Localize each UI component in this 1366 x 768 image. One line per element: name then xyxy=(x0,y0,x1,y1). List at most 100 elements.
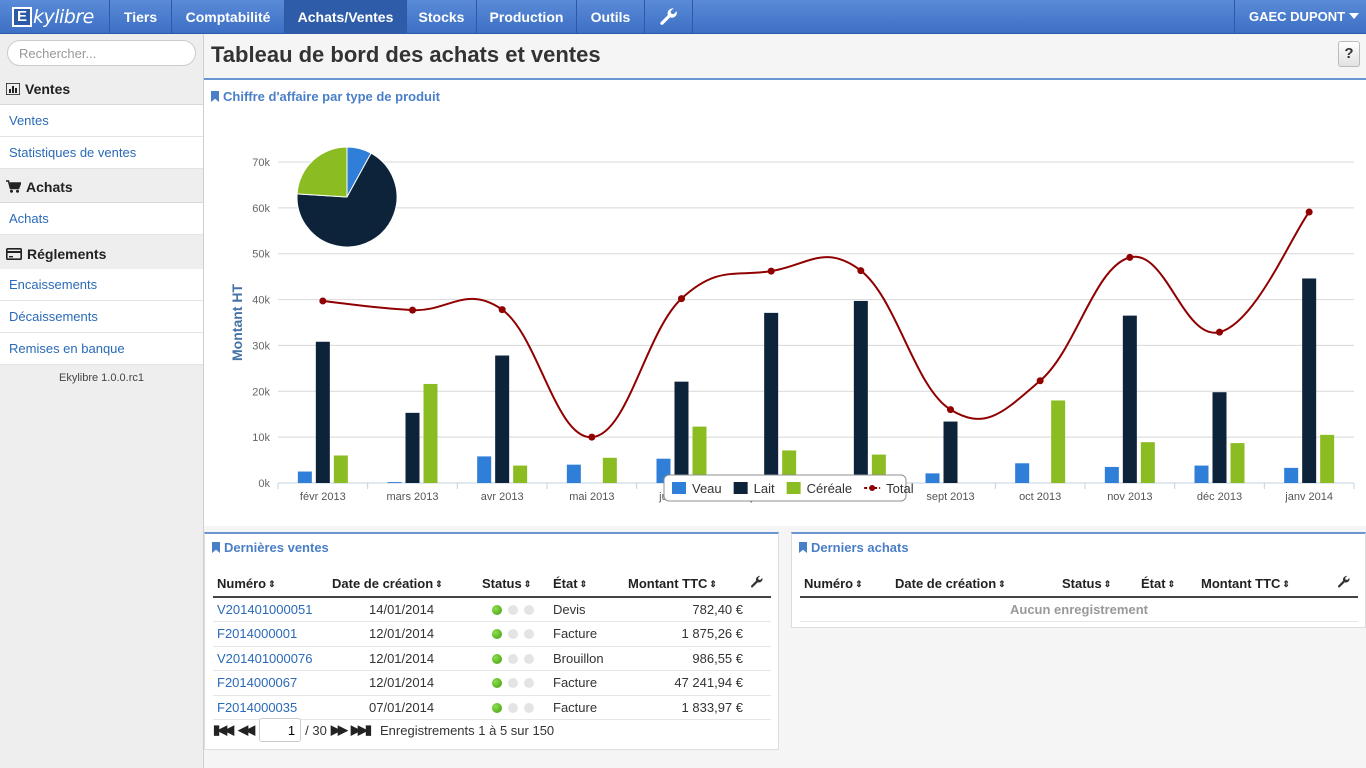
sidebar-item-encaissements[interactable]: Encaissements xyxy=(0,269,203,301)
sale-number-link[interactable]: F2014000035 xyxy=(217,700,297,715)
col-label: État xyxy=(1141,576,1166,591)
col-numero[interactable]: Numéro ⇕ xyxy=(213,571,332,598)
x-tick-label: janv 2014 xyxy=(1284,491,1333,503)
nav-stocks[interactable]: Stocks xyxy=(407,0,477,34)
col-date[interactable]: Date de création ⇕ xyxy=(895,571,1062,598)
legend-swatch-veau xyxy=(672,482,686,494)
bar-veau xyxy=(477,456,492,483)
main-content: Tableau de bord des achats et ventes ? C… xyxy=(204,34,1366,768)
status-green-icon xyxy=(492,653,502,664)
caret-down-icon xyxy=(1349,13,1360,19)
sidebar-item-remises-banque[interactable]: Remises en banque xyxy=(0,333,203,365)
status-lights xyxy=(482,670,553,696)
nav-production[interactable]: Production xyxy=(477,0,577,34)
table-row[interactable]: F2014000001 12/01/2014 Facture 1 875,26 € xyxy=(213,621,771,647)
total-line xyxy=(322,211,1310,439)
col-numero[interactable]: Numéro ⇕ xyxy=(800,571,895,598)
col-date[interactable]: Date de création ⇕ xyxy=(332,571,482,598)
sidebar-item-statistiques-ventes[interactable]: Statistiques de ventes xyxy=(0,137,203,169)
sale-amount: 1 875,26 € xyxy=(628,621,743,647)
status-green-icon xyxy=(492,605,502,615)
wrench-icon[interactable] xyxy=(645,0,693,34)
status-off-icon xyxy=(508,605,518,615)
sidebar-section-ventes: Ventes xyxy=(0,73,203,105)
sale-number-link[interactable]: V201401000051 xyxy=(217,602,312,617)
bar-céréale xyxy=(423,383,438,483)
y-tick-label: 10k xyxy=(252,432,270,444)
sort-icon: ⇕ xyxy=(1103,579,1112,589)
sidebar-section-title: Réglements xyxy=(27,245,107,262)
sale-number-link[interactable]: F2014000001 xyxy=(217,626,297,641)
col-etat[interactable]: État ⇕ xyxy=(1141,571,1201,598)
bar-veau xyxy=(566,464,581,483)
sort-icon: ⇕ xyxy=(709,579,717,589)
legend-swatch-lait xyxy=(733,482,748,494)
page-number-input[interactable] xyxy=(259,718,302,742)
col-status[interactable]: Status ⇕ xyxy=(1062,571,1141,598)
user-menu[interactable]: GAEC DUPONT xyxy=(1234,0,1366,34)
nav-achats-ventes[interactable]: Achats/Ventes xyxy=(285,0,407,34)
column-config-button[interactable] xyxy=(1330,571,1358,598)
total-point xyxy=(1036,377,1044,385)
last-page-button[interactable]: ▶▶▮ xyxy=(351,722,372,738)
top-navbar: E kylibre Tiers Comptabilité Achats/Vent… xyxy=(0,0,1366,34)
table-row[interactable]: F2014000035 07/01/2014 Facture 1 833,97 € xyxy=(213,695,771,720)
status-off-icon xyxy=(508,678,518,689)
bar-lait xyxy=(1212,392,1227,483)
recent-sales-title-text: Dernières ventes xyxy=(224,540,329,555)
cart-icon xyxy=(6,180,21,193)
nav-comptabilite[interactable]: Comptabilité xyxy=(172,0,285,34)
col-montant[interactable]: Montant TTC ⇕ xyxy=(1201,571,1330,598)
search-input[interactable] xyxy=(7,40,196,66)
next-page-button[interactable]: ▶▶ xyxy=(331,722,348,738)
col-etat[interactable]: État ⇕ xyxy=(553,571,628,598)
x-tick-label: avr 2013 xyxy=(481,491,524,503)
sidebar-item-achats[interactable]: Achats xyxy=(0,203,203,235)
sale-number-link[interactable]: V201401000076 xyxy=(217,651,312,666)
col-montant[interactable]: Montant TTC ⇕ xyxy=(628,571,743,598)
sidebar-section-reglements: Réglements xyxy=(0,238,203,270)
x-tick-label: déc 2013 xyxy=(1197,491,1242,503)
row-spacer xyxy=(743,646,771,671)
logo[interactable]: E kylibre xyxy=(0,0,110,34)
revenue-chart: 0k 10k 20k 30k 40k 50k 60k 70k Montant HT févr 20… xyxy=(229,146,1355,503)
nav-tiers[interactable]: Tiers xyxy=(110,0,172,34)
sale-amount: 1 833,97 € xyxy=(628,695,743,720)
row-spacer xyxy=(743,670,771,696)
bar-lait xyxy=(764,312,779,483)
status-lights xyxy=(482,646,553,671)
bar-céréale xyxy=(333,455,348,483)
sidebar-section-title: Achats xyxy=(26,178,73,195)
bar-veau xyxy=(1194,465,1209,483)
table-row[interactable]: F2014000067 12/01/2014 Facture 47 241,94 € xyxy=(213,670,771,696)
col-label: Date de création xyxy=(332,576,434,591)
pagination: ▮◀◀ ◀◀ / 30 ▶▶ ▶▶▮ Enregistrements 1 à 5… xyxy=(213,718,554,742)
column-config-button[interactable] xyxy=(743,571,771,598)
y-tick-label: 60k xyxy=(252,203,270,215)
bar-céréale xyxy=(1051,400,1066,483)
prev-page-button[interactable]: ◀◀ xyxy=(238,722,255,738)
status-off-icon xyxy=(524,678,534,689)
x-tick-label: sept 2013 xyxy=(926,491,974,503)
legend-label-total: Total xyxy=(886,481,914,496)
x-tick-label: oct 2013 xyxy=(1019,491,1061,503)
sale-date: 12/01/2014 xyxy=(332,646,482,671)
bar-veau xyxy=(925,473,940,483)
recent-purchases-title: Derniers achats xyxy=(799,540,909,555)
sort-icon: ⇕ xyxy=(998,579,1006,589)
recent-sales-table: Numéro ⇕ Date de création ⇕ Status ⇕ État ⇕ … xyxy=(213,571,771,720)
status-lights xyxy=(482,695,553,720)
col-status[interactable]: Status ⇕ xyxy=(482,571,553,598)
table-row[interactable]: V201401000076 12/01/2014 Brouillon 986,55 € xyxy=(213,646,771,671)
help-button[interactable]: ? xyxy=(1338,41,1360,67)
nav-outils[interactable]: Outils xyxy=(577,0,645,34)
credit-card-icon xyxy=(6,247,22,260)
status-off-icon xyxy=(508,629,518,640)
table-row[interactable]: V201401000051 14/01/2014 Devis 782,40 € xyxy=(213,597,771,622)
sidebar-item-decaissements[interactable]: Décaissements xyxy=(0,301,203,333)
first-page-button[interactable]: ▮◀◀ xyxy=(213,722,234,738)
status-green-icon xyxy=(492,702,502,713)
sidebar-item-ventes[interactable]: Ventes xyxy=(0,105,203,137)
sale-number-link[interactable]: F2014000067 xyxy=(217,675,297,690)
total-point xyxy=(767,267,775,275)
